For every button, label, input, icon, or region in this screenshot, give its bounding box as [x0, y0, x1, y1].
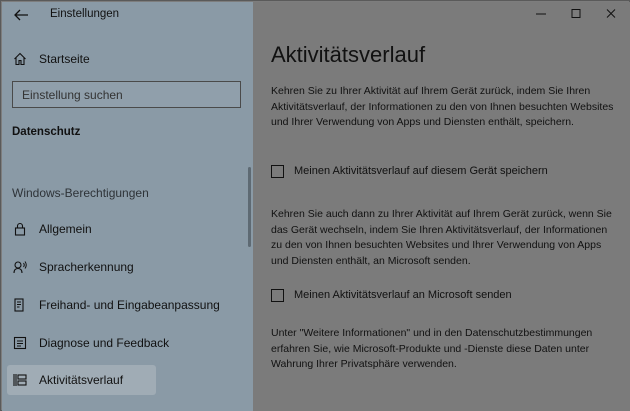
app-title: Einstellungen [50, 8, 120, 20]
nav-item-label: Freihand- und Eingabeanpassung [39, 298, 220, 312]
send-history-checkbox-row[interactable]: Meinen Aktivitätsverlauf an Microsoft se… [271, 286, 512, 304]
sidebar-scrollbar[interactable] [248, 167, 251, 247]
feedback-icon [13, 336, 27, 350]
timeline-icon [13, 374, 27, 386]
privacy-info-text: Unter "Weitere Informationen" und in den… [271, 327, 593, 370]
intro-text: Kehren Sie zu Ihrer Aktivität auf Ihrem … [271, 85, 614, 128]
send-info-text: Kehren Sie auch dann zu Ihrer Aktivität … [271, 208, 612, 267]
document-pen-icon [14, 298, 24, 312]
speech-icon [13, 261, 27, 274]
save-history-checkbox[interactable] [271, 164, 284, 178]
nav-item-label: Aktivitätsverlauf [39, 373, 124, 387]
nav-item-diagnose[interactable]: Diagnose und Feedback [7, 328, 169, 358]
settings-search-input[interactable]: Einstellung suchen [12, 81, 241, 108]
save-history-checkbox-row[interactable]: Meinen Aktivitätsverlauf auf diesem Gerä… [271, 162, 548, 180]
lock-icon [14, 222, 26, 236]
nav-item-aktivitaetsverlauf[interactable]: Aktivitätsverlauf [7, 365, 156, 395]
save-history-label[interactable]: Meinen Aktivitätsverlauf auf diesem Gerä… [294, 165, 548, 177]
group-title: Windows-Berechtigungen [12, 186, 149, 200]
nav-home-label: Startseite [39, 52, 90, 66]
nav-item-label: Diagnose und Feedback [39, 336, 170, 350]
sidebar: Einstellungen Startseite Einstellung suc… [2, 2, 253, 411]
content-pane: Aktivitätsverlauf Kehren Sie zu Ihrer Ak… [253, 2, 630, 411]
back-arrow-icon[interactable] [12, 7, 30, 23]
nav-item-spracherkennung[interactable]: Spracherkennung [7, 252, 156, 282]
nav-home[interactable]: Startseite [7, 44, 156, 74]
settings-window: Einstellungen Startseite Einstellung suc… [0, 0, 630, 411]
nav-item-label: Spracherkennung [39, 260, 134, 274]
maximize-icon[interactable] [566, 6, 586, 22]
home-icon [14, 52, 26, 66]
search-placeholder: Einstellung suchen [22, 88, 123, 102]
page-title: Aktivitätsverlauf [271, 42, 426, 67]
minimize-icon[interactable] [531, 6, 551, 22]
send-history-label[interactable]: Meinen Aktivitätsverlauf an Microsoft se… [294, 289, 512, 301]
nav-item-label: Allgemein [39, 222, 92, 236]
section-title: Datenschutz [12, 126, 81, 138]
send-history-checkbox[interactable] [271, 288, 284, 302]
nav-item-freihand[interactable]: Freihand- und Eingabeanpassung [7, 290, 220, 320]
nav-item-allgemein[interactable]: Allgemein [7, 214, 156, 244]
close-icon[interactable] [601, 6, 621, 22]
